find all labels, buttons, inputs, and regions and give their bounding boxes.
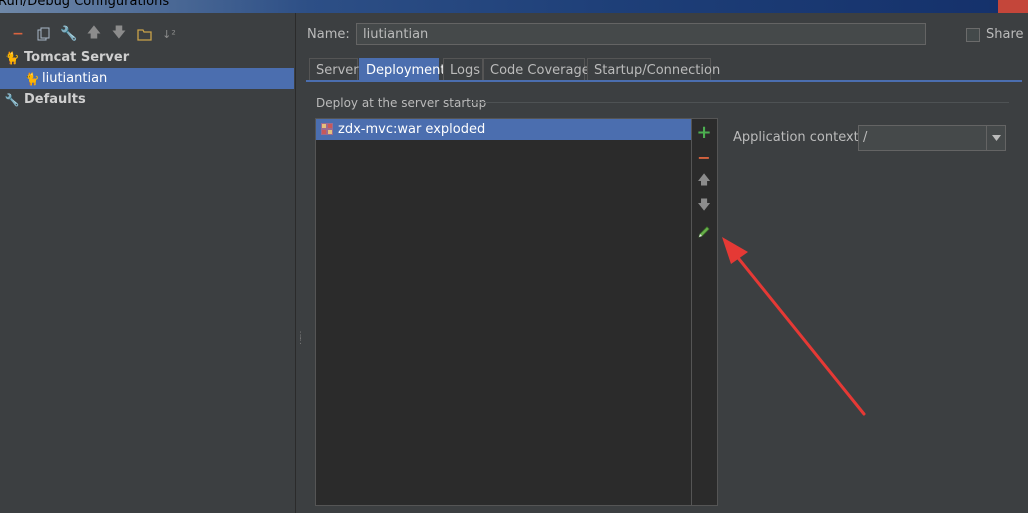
tab-startup-connection[interactable]: Startup/Connection [587, 58, 720, 81]
copy-icon[interactable] [34, 23, 54, 45]
close-window-button[interactable] [998, 0, 1028, 13]
section-title: Deploy at the server startup [316, 96, 487, 110]
tree-item-tomcat-server[interactable]: 🐈 Tomcat Server [0, 47, 294, 68]
share-label[interactable]: Share [986, 27, 1024, 42]
tree-item-label: liutiantian [42, 71, 108, 86]
tab-logs[interactable]: Logs [443, 58, 483, 81]
artifacts-list[interactable] [315, 118, 718, 506]
share-checkbox[interactable] [966, 28, 980, 42]
artifact-label: zdx-mvc:war exploded [338, 122, 486, 137]
tree-item-defaults[interactable]: 🔧 Defaults [0, 89, 294, 110]
application-context-combobox[interactable]: / [858, 125, 1006, 151]
window-title: Run/Debug Configurations [0, 0, 170, 9]
section-divider [468, 102, 1009, 103]
sidebar-toolbar: − 🔧 🡅 🡇 ↓² [0, 23, 295, 45]
list-item[interactable]: zdx-mvc:war exploded [316, 119, 691, 140]
name-label: Name: [307, 27, 350, 42]
minus-icon[interactable]: − [8, 23, 28, 45]
arrow-down-icon[interactable]: 🡇 [109, 23, 129, 45]
configurations-sidebar: − 🔧 🡅 🡇 ↓² 🐈 Tomcat Server 🐈 liutiantian… [0, 13, 296, 513]
arrow-up-icon[interactable]: 🡅 [695, 172, 713, 192]
wrench-icon[interactable]: 🔧 [59, 23, 79, 45]
name-input[interactable] [356, 23, 926, 45]
arrow-down-icon[interactable]: 🡇 [695, 197, 713, 217]
tab-deployment[interactable]: Deployment [359, 58, 446, 81]
edit-pencil-icon[interactable] [695, 222, 713, 242]
list-toolbar-divider [691, 119, 692, 505]
folder-icon[interactable] [134, 23, 154, 45]
panel-splitter-handle[interactable]: ⋮ ⋮ [296, 332, 305, 354]
sort-icon[interactable]: ↓² [159, 23, 179, 45]
configurations-tree: 🐈 Tomcat Server 🐈 liutiantian 🔧 Defaults [0, 47, 294, 110]
tomcat-icon: 🐈 [4, 51, 20, 65]
remove-icon[interactable]: − [695, 147, 713, 167]
tree-item-label: Defaults [24, 92, 86, 107]
application-context-value: / [863, 130, 868, 145]
application-context-label: Application context: [733, 130, 864, 145]
chevron-down-icon[interactable] [986, 126, 1005, 150]
tab-code-coverage[interactable]: Code Coverage [483, 58, 590, 81]
wrench-icon: 🔧 [4, 93, 20, 107]
add-icon[interactable]: + [695, 122, 713, 143]
tomcat-icon: 🐈 [24, 72, 40, 86]
tree-item-label: Tomcat Server [24, 50, 130, 65]
tab-server[interactable]: Server [309, 58, 359, 81]
tree-item-liutiantian[interactable]: 🐈 liutiantian [0, 68, 294, 89]
war-artifact-icon [320, 122, 334, 136]
window-title-bar: Run/Debug Configurations [0, 0, 1028, 13]
arrow-up-icon[interactable]: 🡅 [84, 23, 104, 45]
